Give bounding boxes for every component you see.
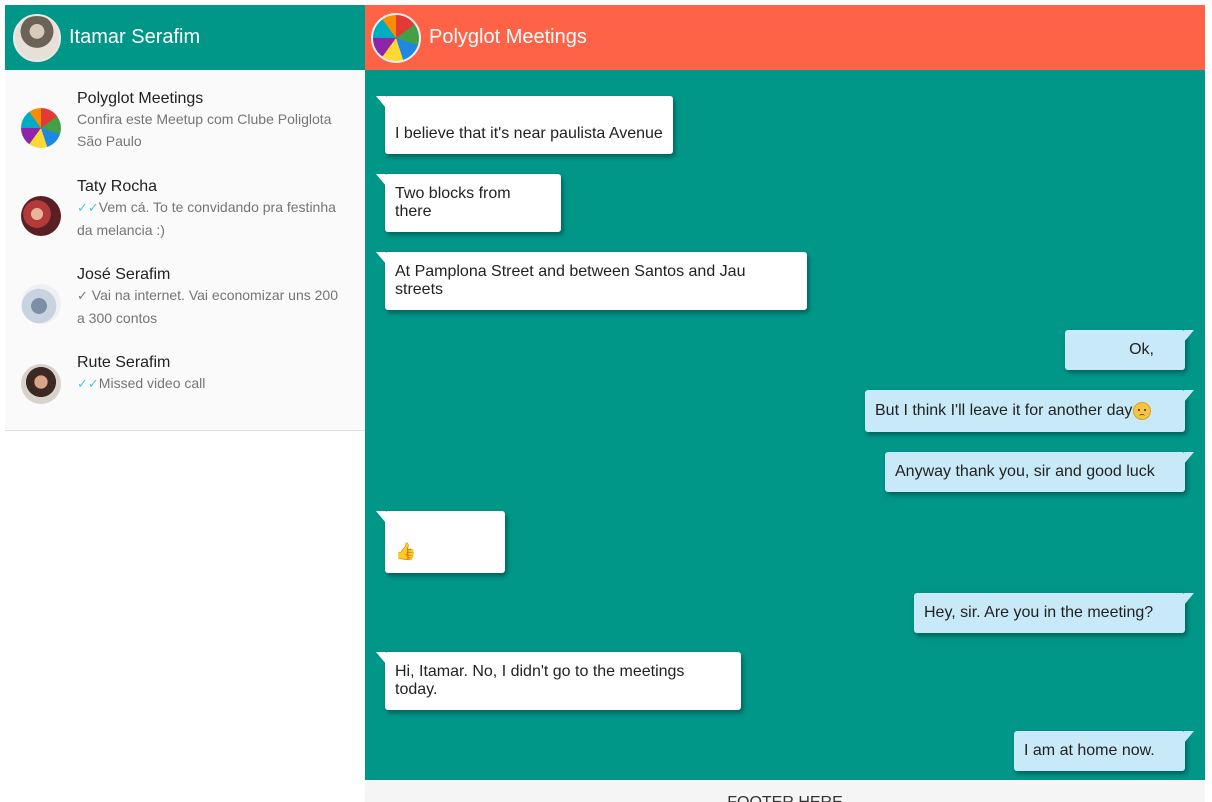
contact-name: José Serafim — [77, 266, 171, 283]
user-name: Itamar Serafim — [69, 26, 201, 48]
contact-item-jose-serafim[interactable]: José Serafim ✓ Vai na internet. Vai econ… — [5, 254, 365, 342]
sidebar: Itamar Serafim Polyglot Meetings Confira… — [5, 5, 365, 802]
contact-item-rute-serafim[interactable]: Rute Serafim ✓✓Missed video call — [5, 342, 365, 422]
contact-name: Polyglot Meetings — [77, 90, 204, 107]
chat-header: Polyglot Meetings — [365, 5, 1205, 70]
contact-avatar — [21, 284, 61, 324]
chat-avatar[interactable] — [371, 12, 421, 63]
disappointed-face-icon — [1133, 402, 1152, 420]
chat-title: Polyglot Meetings — [429, 26, 587, 48]
message-outgoing: I am at home now. — [1014, 731, 1194, 771]
message-incoming: I believe that it's near paulista Avenue — [376, 96, 673, 154]
contact-list: Polyglot Meetings Confira este Meetup co… — [5, 70, 365, 431]
message-outgoing: Anyway thank you, sir and good luck — [885, 452, 1194, 492]
message-incoming: Hi, Itamar. No, I didn't go to the meeti… — [376, 652, 741, 710]
message-outgoing: Hey, sir. Are you in the meeting? — [914, 593, 1194, 633]
message-list: I believe that it's near paulista Avenue… — [365, 70, 1205, 780]
message-incoming: Two blocks from there — [376, 174, 561, 232]
contact-last-message: ✓✓Missed video call — [77, 375, 206, 391]
contact-name: Rute Serafim — [77, 354, 171, 371]
contact-item-taty-rocha[interactable]: Taty Rocha ✓✓Vem cá. To te convidando pr… — [5, 166, 365, 254]
contact-avatar — [21, 364, 61, 404]
user-avatar[interactable] — [13, 13, 61, 62]
sidebar-header: Itamar Serafim — [5, 5, 365, 70]
footer: FOOTER HERE — [365, 780, 1205, 802]
contact-name: Taty Rocha — [77, 178, 158, 195]
thumbs-up-icon: 👍 — [395, 542, 417, 561]
contact-avatar — [21, 108, 61, 148]
contact-item-polyglot-meetings[interactable]: Polyglot Meetings Confira este Meetup co… — [5, 78, 365, 166]
double-check-icon: ✓✓ — [77, 376, 99, 391]
app: Itamar Serafim Polyglot Meetings Confira… — [5, 5, 1205, 802]
chat-panel: Polyglot Meetings I believe that it's ne… — [365, 5, 1205, 802]
contact-avatar — [21, 196, 61, 236]
contact-last-message: ✓ Vai na internet. Vai economizar uns 20… — [77, 287, 338, 326]
message-outgoing: But I think I'll leave it for another da… — [865, 390, 1194, 432]
contact-last-message: ✓✓Vem cá. To te convidando pra festinha … — [77, 199, 336, 238]
double-check-icon: ✓✓ — [77, 200, 99, 215]
message-outgoing: Ok, — [1065, 330, 1194, 370]
message-incoming: 👍 — [376, 511, 505, 573]
contact-last-message: Confira este Meetup com Clube Poliglota … — [77, 111, 332, 149]
message-incoming: At Pamplona Street and between Santos an… — [376, 252, 807, 310]
check-icon: ✓ — [77, 288, 88, 303]
